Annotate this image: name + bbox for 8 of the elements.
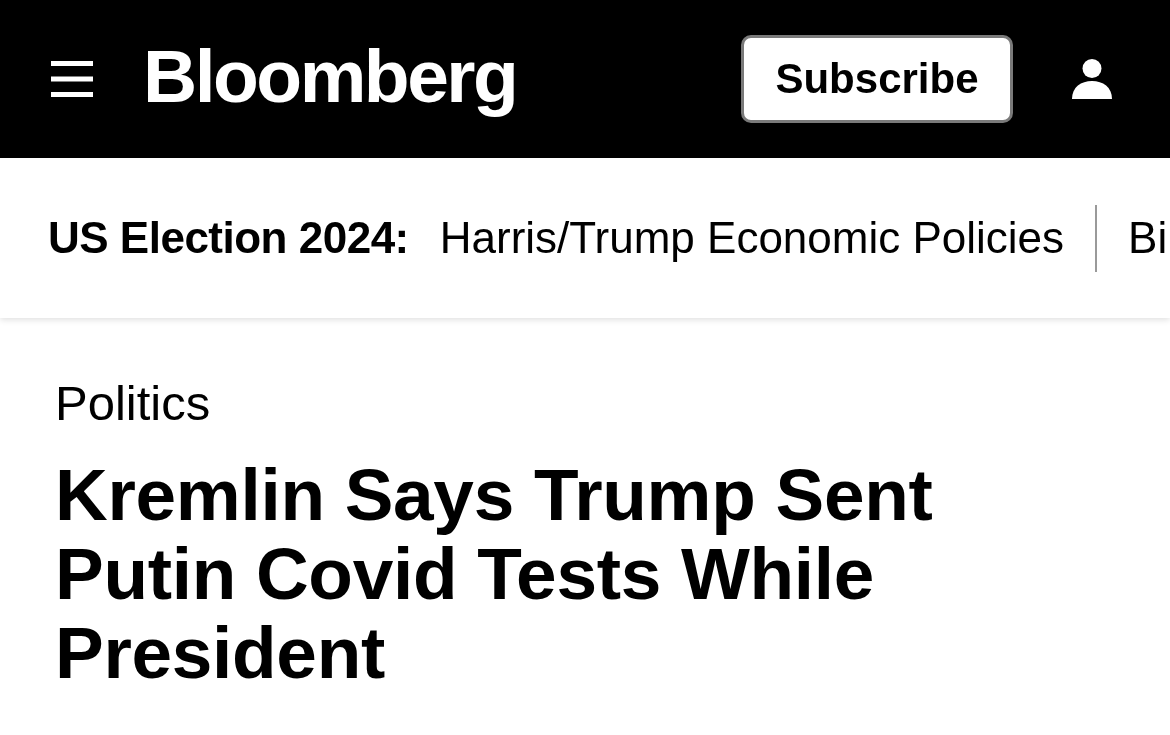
subscribe-button[interactable]: Subscribe — [741, 35, 1013, 123]
menu-icon[interactable] — [51, 61, 93, 97]
user-icon[interactable] — [1072, 59, 1112, 99]
nav-link[interactable]: Bi — [1128, 213, 1168, 263]
section-label: US Election 2024: — [48, 213, 409, 263]
nav-link[interactable]: Harris/Trump Economic Policies — [439, 213, 1065, 263]
headline: Kremlin Says Trump Sent Putin Covid Tests While President — [55, 455, 934, 692]
category-link[interactable]: Politics — [55, 376, 211, 431]
